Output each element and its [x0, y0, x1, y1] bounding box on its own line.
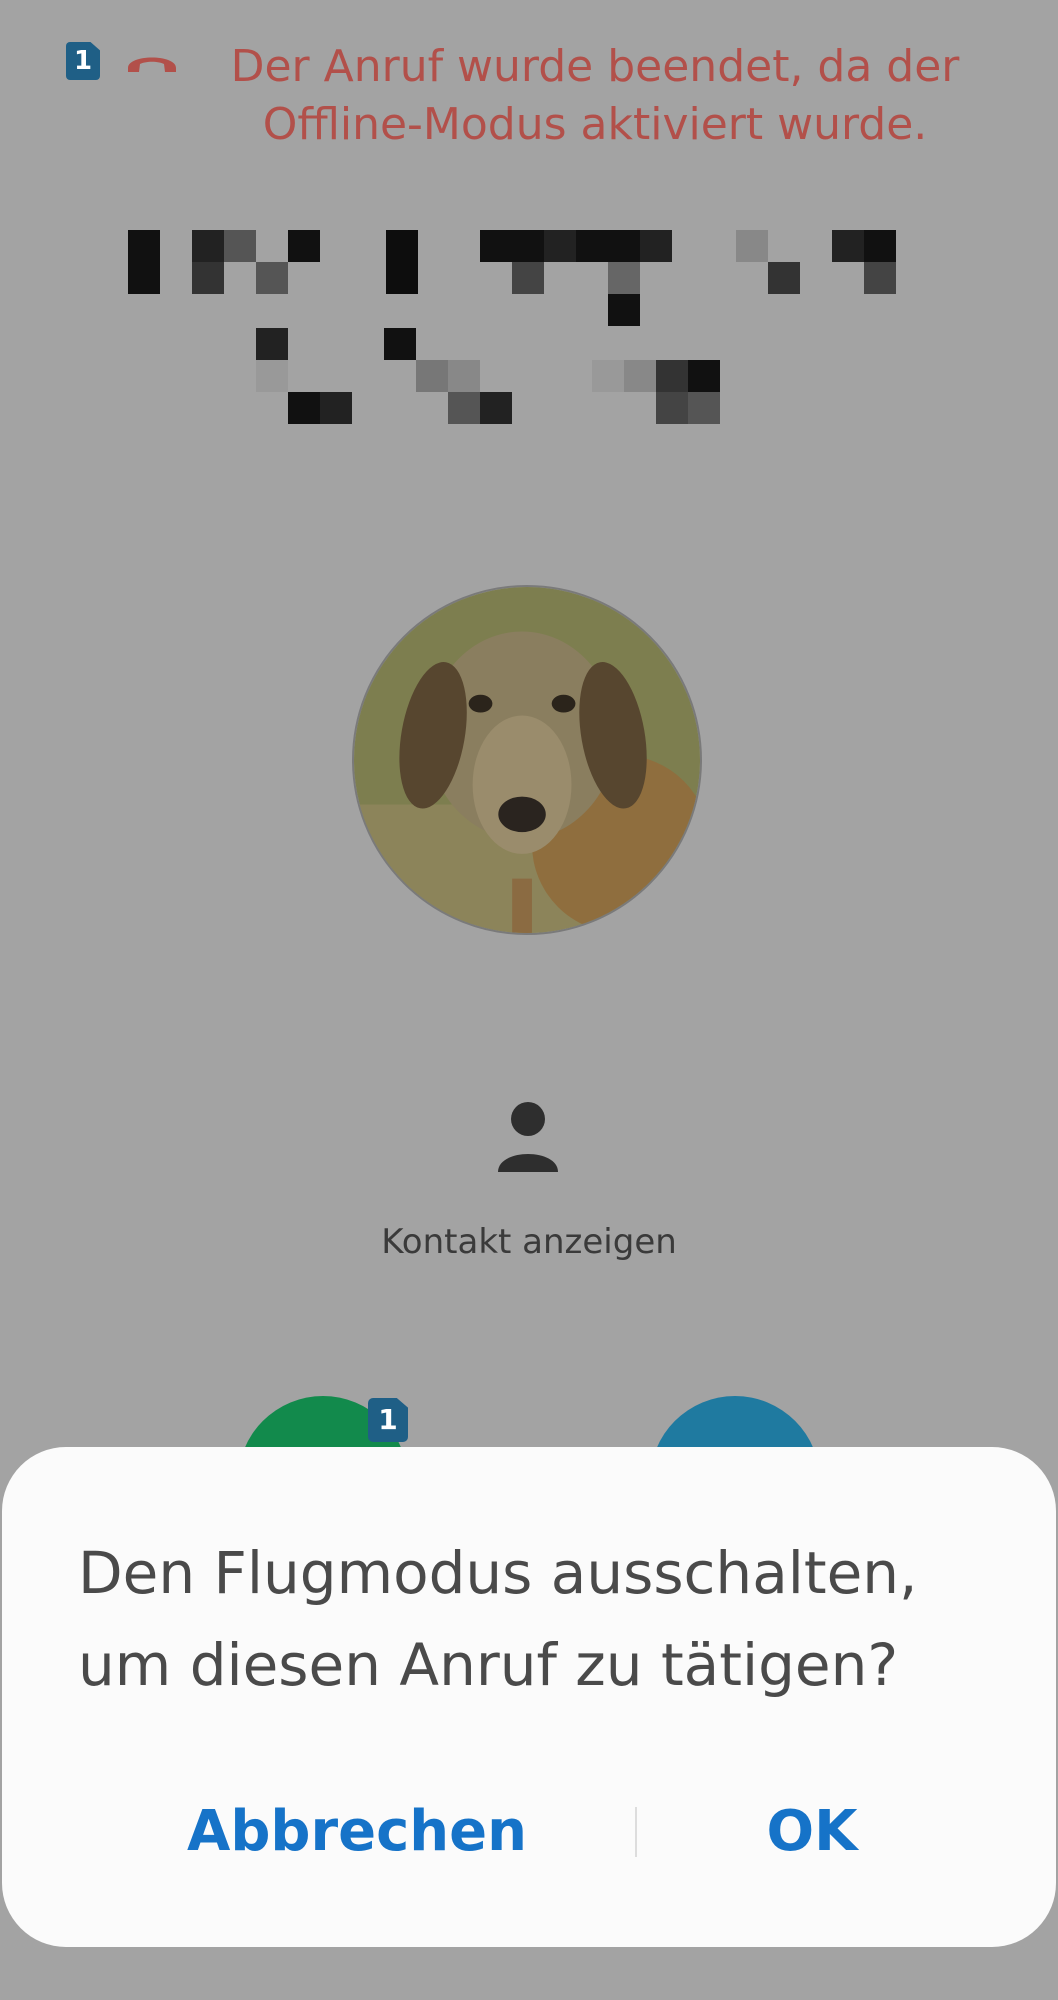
caller-name-redacted	[110, 220, 930, 430]
dialog-message-line2: um diesen Anruf zu tätigen?	[78, 1631, 899, 1699]
contact-photo	[352, 585, 702, 935]
sim-card-icon: 1	[66, 42, 100, 80]
call-ended-message-line1: Der Anruf wurde beendet, da der	[230, 41, 960, 92]
cancel-button[interactable]: Abbrechen	[132, 1792, 582, 1872]
dog-photo-image	[354, 587, 700, 933]
call-ended-message-line2: Offline-Modus aktiviert wurde.	[262, 99, 928, 150]
call-ended-message: Der Anruf wurde beendet, da der Offline-…	[200, 38, 990, 154]
person-icon[interactable]	[496, 1100, 560, 1172]
ok-button[interactable]: OK	[692, 1792, 932, 1872]
view-contact-label[interactable]: Kontakt anzeigen	[0, 1222, 1058, 1262]
sim-card-icon: 1	[368, 1398, 408, 1442]
call-status-bar: 1 Der Anruf wurde beendet, da der Offlin…	[0, 30, 1058, 160]
end-call-icon	[128, 57, 176, 72]
airplane-mode-dialog: Den Flugmodus ausschalten, um diesen Anr…	[2, 1447, 1056, 1947]
dialog-message-line1: Den Flugmodus ausschalten,	[78, 1539, 918, 1607]
button-divider	[635, 1807, 637, 1857]
dialog-message: Den Flugmodus ausschalten, um diesen Anr…	[78, 1527, 978, 1711]
